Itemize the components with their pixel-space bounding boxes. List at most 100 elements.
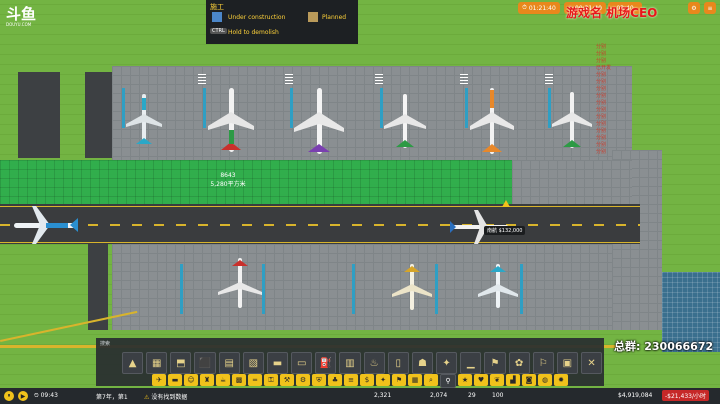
staff-icon[interactable]: ☗ — [411, 352, 434, 374]
jet-bridge — [122, 88, 125, 128]
dollar-icon[interactable]: $ — [360, 374, 374, 386]
magnify-icon[interactable]: ⚲ — [440, 374, 456, 388]
bus-icon[interactable]: ▬ — [168, 374, 182, 386]
bench-icon[interactable]: ▁ — [460, 352, 482, 374]
cafe-icon[interactable]: ☕ — [216, 374, 230, 386]
jet-bridge — [180, 264, 183, 314]
bus-icon[interactable]: ▬ — [266, 352, 289, 374]
apron-mid — [512, 160, 632, 204]
shop-icon[interactable]: ▥ — [339, 352, 361, 374]
legend-under-construction: Under construction — [228, 14, 286, 21]
taxiway-centerline — [0, 224, 640, 226]
plane-icon[interactable]: ✈ — [152, 374, 166, 386]
plant-icon[interactable]: ✿ — [508, 352, 530, 374]
heart-icon[interactable]: ♥ — [474, 374, 488, 386]
aircraft[interactable] — [218, 256, 262, 312]
notice-text: ⚠ 没有找到数据 — [144, 392, 187, 401]
bag-icon[interactable]: ▩ — [232, 374, 246, 386]
aircraft[interactable] — [294, 86, 344, 158]
lock-icon[interactable]: ◙ — [522, 374, 536, 386]
aircraft[interactable] — [470, 86, 514, 158]
chat-line: 分别 — [596, 86, 607, 92]
game-clock: ⏲ 09:43 — [34, 392, 58, 400]
aircraft-taxiing[interactable] — [10, 206, 80, 244]
gate-icon[interactable]: ⬒ — [170, 352, 192, 374]
sign-icon[interactable]: ⚑ — [392, 374, 406, 386]
flag-icon[interactable]: ⚐ — [532, 352, 554, 374]
checkin-icon[interactable]: ▤ — [218, 352, 240, 374]
timer-chip[interactable]: ⏱ 01:21:40 — [518, 2, 560, 14]
runway-icon[interactable]: ═ — [248, 374, 262, 386]
key-icon[interactable]: ⚿ — [264, 374, 278, 386]
toilet-icon[interactable]: ▯ — [387, 352, 409, 374]
planned-swatch — [308, 12, 318, 22]
light-icon[interactable]: ✦ — [436, 352, 458, 374]
light-icon[interactable]: ✦ — [376, 374, 390, 386]
chat-line: 分别 — [596, 142, 607, 148]
jet-bridge — [380, 88, 383, 128]
chat-line: 分别 — [596, 72, 607, 78]
menu-icon[interactable]: ≡ — [704, 2, 716, 14]
stand-icon[interactable]: ▦ — [146, 352, 168, 374]
leaf-icon[interactable]: ❦ — [490, 374, 504, 386]
settings-icon[interactable]: ✹ — [554, 374, 568, 386]
wrench-icon[interactable]: ⚙ — [296, 374, 310, 386]
search-icon[interactable]: ⌕ — [424, 374, 438, 386]
aircraft[interactable] — [384, 92, 426, 152]
category-row: ✈ ▬ ☺ ♜ ☕ ▩ ═ ⚿ ⚒ ⚙ ⛨ ♣ ≡ $ ✦ ⚑ ▦ ⌕ ⚲ ★ ♥ ❦ ▟ ◙ ◍ ✹ — [152, 374, 602, 388]
settings-icon[interactable]: ⚙ — [688, 2, 700, 14]
person-icon[interactable]: ☺ — [184, 374, 198, 386]
star-icon[interactable]: ★ — [458, 374, 472, 386]
aircraft[interactable] — [392, 262, 432, 314]
warning-icon: ⚠ — [144, 394, 150, 401]
game-date: 第7年，第1 — [96, 394, 128, 401]
chat-line: 分别 — [596, 121, 607, 127]
chat-line: 分别 — [596, 100, 607, 106]
jet-bridge — [203, 88, 206, 128]
fence-icon[interactable]: ≡ — [344, 374, 358, 386]
tools-icon[interactable]: ⚒ — [280, 374, 294, 386]
build-toolbar: 搜索 ▲ ▦ ⬒ ⬛ ▤ ▧ ▬ ▭ ⛽ ▥ ♨ ▯ ☗ ✦ ▁ ⚑ ✿ ⚐ ▣ ✕ ✈ ▬ ☺ ♜ ☕ ▩ ═ ⚿ ⚒ ⚙ ⛨ ♣ ≡ $ ✦ ⚑… — [96, 338, 604, 388]
flight-tooltip: 南航 $132,000 — [484, 226, 526, 235]
aircraft[interactable] — [552, 90, 592, 152]
total-label: 总群: — [614, 340, 641, 353]
tower-icon[interactable]: ♜ — [200, 374, 214, 386]
clock-icon: ⏲ — [34, 392, 39, 399]
jet-bridge — [435, 264, 438, 314]
car-icon[interactable]: ▭ — [291, 352, 313, 374]
security-icon[interactable]: ⬛ — [194, 352, 216, 374]
chat-line: 分别 — [596, 149, 607, 155]
food-icon[interactable]: ♨ — [363, 352, 385, 374]
money-value: $4,919,084 — [618, 392, 653, 399]
stand-marking — [545, 72, 553, 84]
grid-icon[interactable]: ▦ — [408, 374, 422, 386]
sign-icon[interactable]: ⚑ — [484, 352, 506, 374]
total-value: 230066672 — [644, 340, 714, 353]
aircraft[interactable] — [208, 86, 254, 156]
chat-line: 分别 — [596, 135, 607, 141]
timer-value: 01:21:40 — [528, 4, 556, 12]
zone-name: 8643 — [220, 172, 236, 179]
zone-icon[interactable]: ▣ — [556, 352, 578, 374]
chat-line: 分别 — [596, 107, 607, 113]
aircraft[interactable] — [126, 92, 162, 148]
shield-icon[interactable]: ⛨ — [312, 374, 326, 386]
apron-south — [112, 244, 632, 330]
terminal-icon[interactable]: ▲ — [122, 352, 144, 374]
chat-line: 已开发 — [596, 65, 612, 71]
clock-icon: ⏱ — [522, 4, 527, 11]
pause-icon[interactable]: ⏸ — [4, 391, 14, 401]
stat-passengers: 2,321 — [374, 392, 392, 399]
logo-text: 斗鱼 — [6, 5, 37, 23]
chat-line: 分别 — [596, 79, 607, 85]
aircraft[interactable] — [478, 262, 518, 312]
play-icon[interactable]: ▶ — [18, 391, 28, 401]
baggage-icon[interactable]: ▧ — [242, 352, 264, 374]
delete-icon[interactable]: ✕ — [580, 352, 603, 374]
tree-icon[interactable]: ♣ — [328, 374, 342, 386]
jet-bridge — [548, 88, 551, 128]
fuel-icon[interactable]: ⛽ — [315, 352, 337, 374]
chart-icon[interactable]: ▟ — [506, 374, 520, 386]
under-construction-swatch — [212, 12, 222, 22]
globe-icon[interactable]: ◍ — [538, 374, 552, 386]
